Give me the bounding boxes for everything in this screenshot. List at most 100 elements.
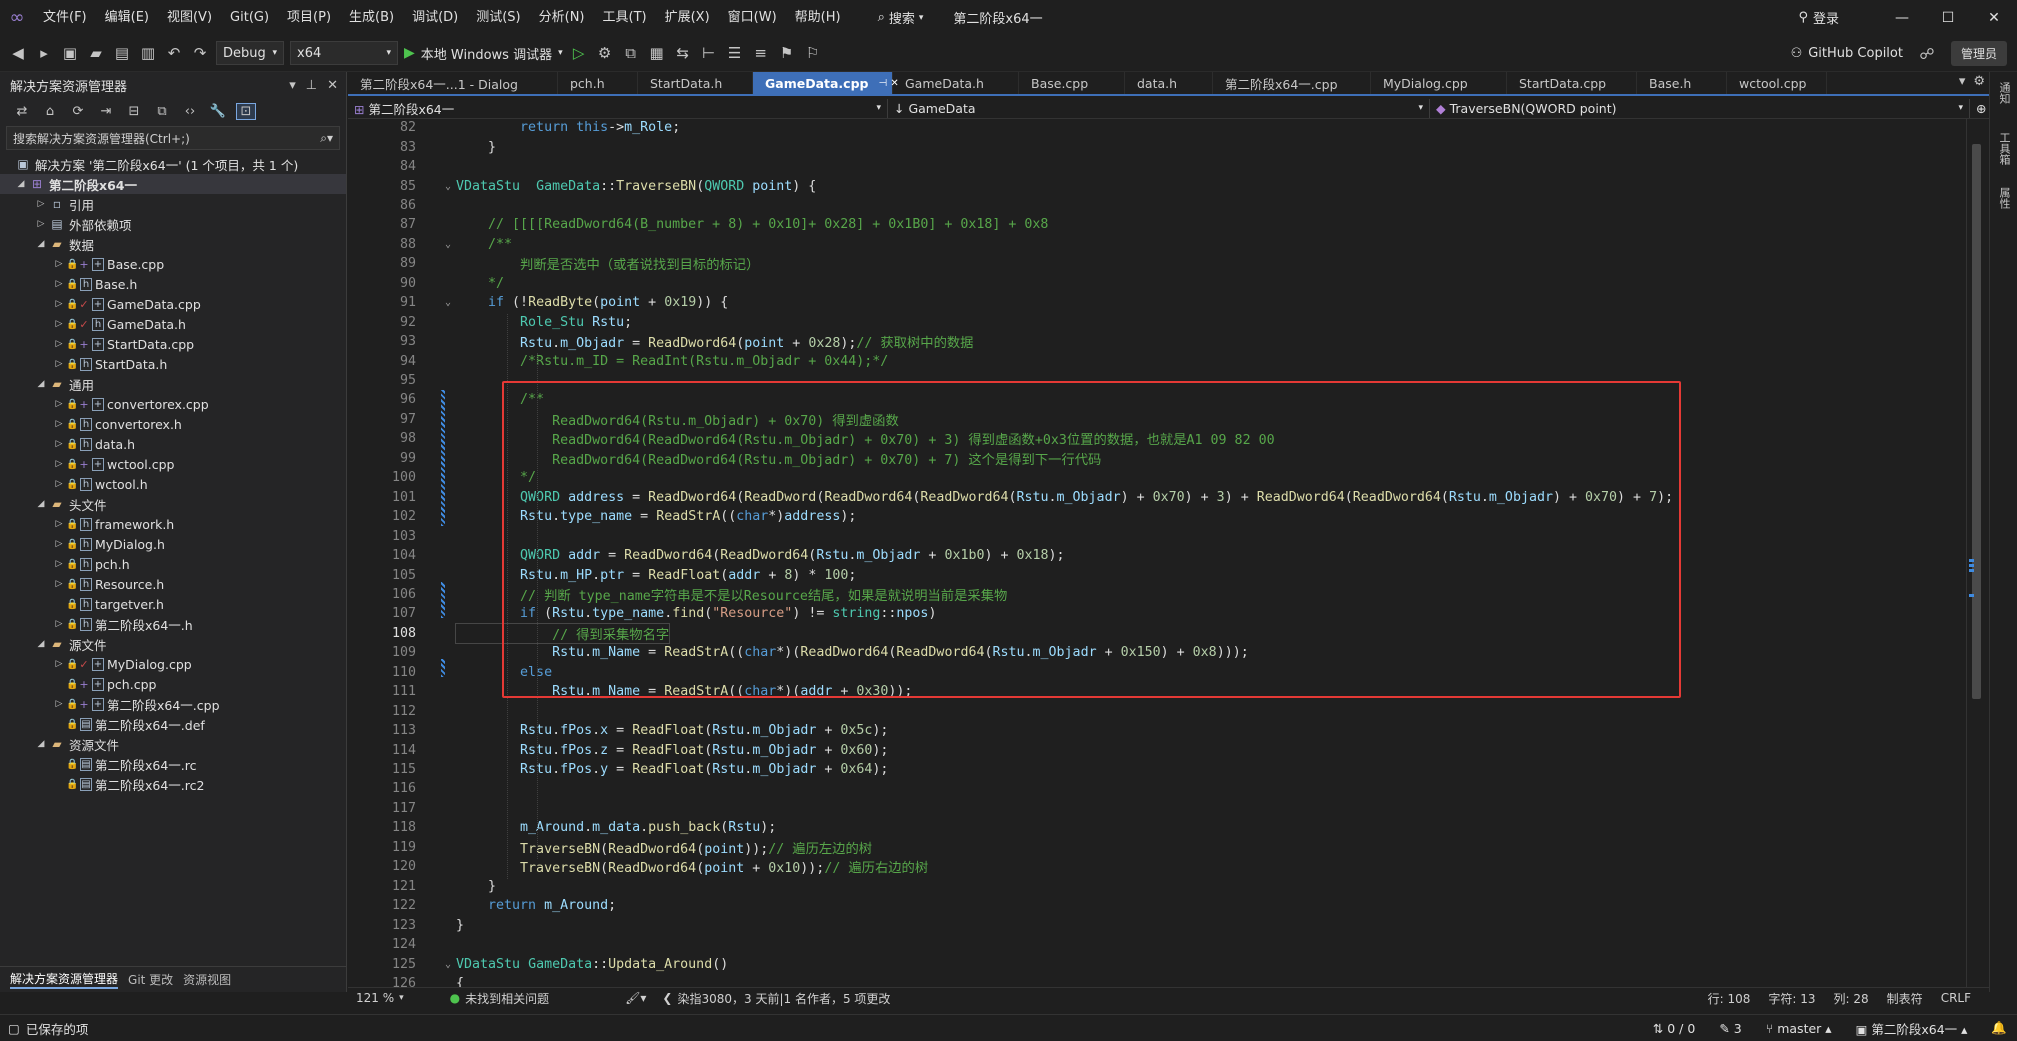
tab-git-changes[interactable]: Git 更改 bbox=[128, 971, 173, 988]
github-copilot-button[interactable]: ⚇ GitHub Copilot bbox=[1791, 46, 1903, 61]
code-line[interactable]: 103 bbox=[348, 526, 1966, 545]
tab-resource-view[interactable]: 资源视图 bbox=[183, 971, 231, 988]
code-line[interactable]: 82 return this->m_Role; bbox=[348, 119, 1966, 137]
code-line[interactable]: 115 Rstu.fPos.y = ReadFloat(Rstu.m_Objad… bbox=[348, 760, 1966, 779]
code-line[interactable]: 124 bbox=[348, 935, 1966, 954]
collapse-all-icon[interactable]: ⊟ bbox=[124, 104, 144, 119]
code-line[interactable]: 97 ReadDword64(Rstu.m_Objadr) + 0x70) 得到… bbox=[348, 410, 1966, 429]
sync-indicator[interactable]: ⇅ 0 / 0 bbox=[1653, 1021, 1696, 1036]
code-line[interactable]: 121 } bbox=[348, 877, 1966, 896]
fold-chevron-icon[interactable]: ⌄ bbox=[440, 181, 456, 192]
code-line[interactable]: 104 QWORD addr = ReadDword64(ReadDword64… bbox=[348, 546, 1966, 565]
start-debugging-button[interactable]: ▶ 本地 Windows 调试器 ▾ bbox=[404, 44, 563, 63]
tree-file[interactable]: 🔒 ▤ 第二阶段x64一.rc2 bbox=[0, 774, 346, 794]
sync-icon[interactable]: ⟳ bbox=[68, 104, 88, 119]
preview-selected-icon[interactable]: ⊡ bbox=[236, 102, 256, 120]
menu-item-4[interactable]: 项目(P) bbox=[278, 0, 340, 35]
layout-icon[interactable]: ▦ bbox=[647, 44, 667, 62]
tab-10[interactable]: Base.h bbox=[1637, 72, 1727, 94]
start-without-debugging-icon[interactable]: ▷ bbox=[569, 44, 589, 62]
tabs-indicator[interactable]: 制表符 bbox=[1879, 990, 1931, 1007]
tree-file[interactable]: ▷ 🔒 h framework.h bbox=[0, 514, 346, 534]
tree-file[interactable]: ▷ 🔒 + + Base.cpp bbox=[0, 254, 346, 274]
line-indicator[interactable]: 行: 108 bbox=[1700, 990, 1759, 1007]
tab-3[interactable]: GameData.cpp ⊣ ✕ bbox=[753, 72, 899, 94]
browser-link-icon[interactable]: ⧉ bbox=[621, 44, 641, 62]
code-line[interactable]: 87 // [[[[ReadDword64(B_number + 8) + 0x… bbox=[348, 215, 1966, 234]
show-all-files-icon[interactable]: ⧉ bbox=[152, 104, 172, 119]
open-folder-icon[interactable]: ▰ bbox=[86, 44, 106, 62]
tree-file[interactable]: ▷ 🔒 + + StartData.cpp bbox=[0, 334, 346, 354]
code-line[interactable]: 86 bbox=[348, 196, 1966, 215]
code-line[interactable]: 89 判断是否选中（或者说找到目标的标记） bbox=[348, 254, 1966, 273]
tree-file[interactable]: 🔒 + + pch.cpp bbox=[0, 674, 346, 694]
settings-icon[interactable]: ⚙ bbox=[1973, 74, 1985, 89]
code-line[interactable]: 93 Rstu.m_Objadr = ReadDword64(point + 0… bbox=[348, 332, 1966, 351]
tree-file[interactable]: 🔒 ▤ 第二阶段x64一.def bbox=[0, 714, 346, 734]
code-line[interactable]: 101 QWORD address = ReadDword64(ReadDwor… bbox=[348, 488, 1966, 507]
code-line[interactable]: 92 Role_Stu Rstu; bbox=[348, 313, 1966, 332]
tree-file[interactable]: ▷ 🔒 h convertorex.h bbox=[0, 414, 346, 434]
save-icon[interactable]: ▤ bbox=[112, 44, 132, 62]
tree-file[interactable]: ▷ 🔒 h StartData.h bbox=[0, 354, 346, 374]
fold-chevron-icon[interactable]: ⌄ bbox=[440, 239, 456, 250]
tree-file[interactable]: 🔒 ▤ 第二阶段x64一.rc bbox=[0, 754, 346, 774]
new-project-icon[interactable]: ▣ bbox=[60, 44, 80, 62]
menu-item-7[interactable]: 测试(S) bbox=[467, 0, 529, 35]
member-dropdown[interactable]: ◆ TraverseBN(QWORD point) ▾ bbox=[1430, 98, 1970, 118]
code-line[interactable]: 90 */ bbox=[348, 274, 1966, 293]
tree-file[interactable]: ▷ 🔒 h Base.h bbox=[0, 274, 346, 294]
code-line[interactable]: 108 // 得到采集物名字 bbox=[348, 622, 1966, 644]
forward-icon[interactable]: ▸ bbox=[34, 44, 54, 62]
platform-dropdown[interactable]: x64 ▾ bbox=[290, 41, 398, 65]
code-line[interactable]: 113 Rstu.fPos.x = ReadFloat(Rstu.m_Objad… bbox=[348, 721, 1966, 740]
col-indicator[interactable]: 列: 28 bbox=[1826, 990, 1877, 1007]
search-button[interactable]: ⌕ 搜索 ▾ bbox=[868, 8, 934, 27]
code-line[interactable]: 83 } bbox=[348, 137, 1966, 156]
code-line[interactable]: 91 ⌄ if (!ReadByte(point + 0x19)) { bbox=[348, 293, 1966, 312]
zoom-dropdown[interactable]: 121 % ▾ bbox=[348, 991, 412, 1005]
menu-item-1[interactable]: 编辑(E) bbox=[96, 0, 158, 35]
bookmark-icon[interactable]: ⚑ bbox=[777, 44, 797, 62]
maximize-button[interactable]: ☐ bbox=[1925, 10, 1971, 26]
code-line[interactable]: 96 /** bbox=[348, 390, 1966, 409]
fold-chevron-icon[interactable]: ⌄ bbox=[440, 297, 456, 308]
tree-file[interactable]: 🔒 h targetver.h bbox=[0, 594, 346, 614]
menu-item-12[interactable]: 帮助(H) bbox=[786, 0, 850, 35]
close-icon[interactable]: ✕ bbox=[327, 78, 338, 93]
menu-item-5[interactable]: 生成(B) bbox=[340, 0, 403, 35]
code-line[interactable]: 117 bbox=[348, 799, 1966, 818]
code-line[interactable]: 123} bbox=[348, 915, 1966, 934]
tree-file[interactable]: ▷ ▤ 外部依赖项 bbox=[0, 214, 346, 234]
tree-file[interactable]: ▷ ▫ 引用 bbox=[0, 194, 346, 214]
menu-item-2[interactable]: 视图(V) bbox=[158, 0, 221, 35]
tree-file[interactable]: ▷ 🔒 h 第二阶段x64一.h bbox=[0, 614, 346, 634]
tree-file[interactable]: ▷ 🔒 h data.h bbox=[0, 434, 346, 454]
code-line[interactable]: 114 Rstu.fPos.z = ReadFloat(Rstu.m_Objad… bbox=[348, 740, 1966, 759]
tree-file[interactable]: ▷ 🔒 + + wctool.cpp bbox=[0, 454, 346, 474]
tab-6[interactable]: data.h bbox=[1125, 72, 1213, 94]
tab-overflow-icon[interactable]: ▾ bbox=[1959, 74, 1966, 89]
pending-changes-icon[interactable]: ⇥ bbox=[96, 104, 116, 119]
tree-folder[interactable]: ◢ ▰ 头文件 bbox=[0, 494, 346, 514]
tree-file[interactable]: ▷ 🔒 ✓ h GameData.h bbox=[0, 314, 346, 334]
split-icon[interactable]: ⊕ bbox=[1970, 101, 1986, 116]
code-line[interactable]: 120 TraverseBN(ReadDword64(point + 0x10)… bbox=[348, 857, 1966, 876]
code-line[interactable]: 105 Rstu.m_HP.ptr = ReadFloat(addr + 8) … bbox=[348, 565, 1966, 584]
feedback-icon[interactable]: ☍ bbox=[1917, 45, 1937, 63]
tree-file[interactable]: ▷ 🔒 ✓ + MyDialog.cpp bbox=[0, 654, 346, 674]
save-all-icon[interactable]: ▥ bbox=[138, 44, 158, 62]
vertical-scrollbar[interactable] bbox=[1966, 119, 1986, 987]
tree-file[interactable]: ▷ 🔒 h pch.h bbox=[0, 554, 346, 574]
solution-node[interactable]: ▣ 解决方案 '第二阶段x64一' (1 个项目，共 1 个) bbox=[0, 154, 346, 174]
code-line[interactable]: 111 Rstu.m_Name = ReadStrA((char*)(addr … bbox=[348, 682, 1966, 701]
branch-indicator[interactable]: ⑂ master ▴ bbox=[1766, 1021, 1832, 1036]
tree-file[interactable]: ▷ 🔒 h wctool.h bbox=[0, 474, 346, 494]
code-line[interactable]: 109 Rstu.m_Name = ReadStrA((char*)(ReadD… bbox=[348, 643, 1966, 662]
attach-icon[interactable]: ⚙ bbox=[595, 44, 615, 62]
configuration-dropdown[interactable]: Debug ▾ bbox=[216, 41, 284, 65]
undo-icon[interactable]: ↶ bbox=[164, 44, 184, 62]
bookmark-next-icon[interactable]: ⚐ bbox=[803, 44, 823, 62]
project-dropdown[interactable]: ⊞ 第二阶段x64一 ▾ bbox=[348, 98, 888, 118]
tree-file[interactable]: ▷ 🔒 h MyDialog.h bbox=[0, 534, 346, 554]
